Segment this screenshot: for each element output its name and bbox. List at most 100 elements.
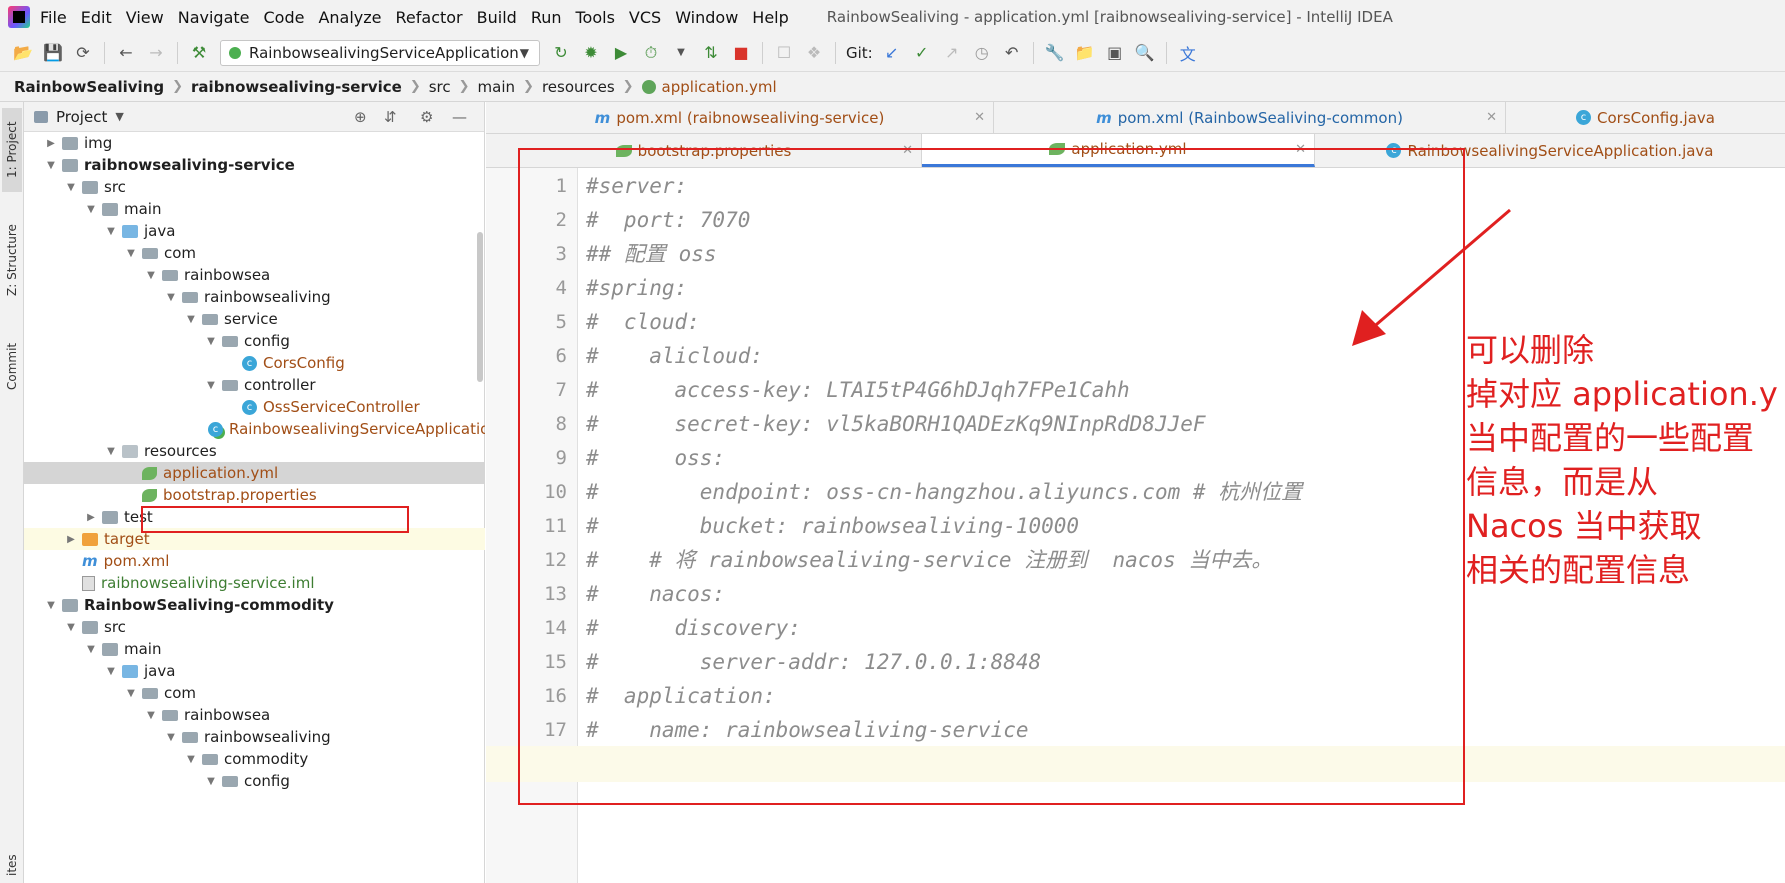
attach-debugger-icon[interactable]: ☐ — [769, 40, 799, 66]
collapse-all-icon[interactable]: ⇵ — [384, 108, 397, 126]
close-icon[interactable]: ✕ — [902, 143, 913, 158]
tree-item[interactable]: ▼ com — [24, 242, 485, 264]
tab-service-application[interactable]: c RainbowsealivingServiceApplication.jav… — [1315, 134, 1785, 167]
expanded-arrow-icon[interactable]: ▼ — [104, 446, 118, 457]
tree-item[interactable]: ▼ com — [24, 682, 485, 704]
code-line[interactable]: # nacos: — [586, 576, 725, 612]
code-line[interactable]: ## 配置 oss — [586, 236, 717, 272]
collapsed-arrow-icon[interactable]: ▶ — [44, 138, 58, 149]
tree-item[interactable]: c RainbowsealivingServiceApplication — [24, 418, 485, 440]
close-icon[interactable]: ✕ — [1486, 110, 1497, 125]
menu-refactor[interactable]: Refactor — [396, 8, 463, 27]
tree-item[interactable]: ▼ config — [24, 770, 485, 792]
expanded-arrow-icon[interactable]: ▼ — [164, 292, 178, 303]
chevron-down-icon[interactable]: ▼ — [115, 110, 123, 123]
structure-tool-tab[interactable]: Z: Structure — [2, 210, 22, 310]
expanded-arrow-icon[interactable]: ▼ — [144, 270, 158, 281]
synchronize-icon[interactable]: ⟳ — [68, 40, 98, 66]
code-line[interactable]: # port: 7070 — [586, 202, 750, 238]
tree-item[interactable]: ▼ rainbowsealiving — [24, 286, 485, 308]
menu-tools[interactable]: Tools — [576, 8, 615, 27]
project-tool-tab[interactable]: 1: Project — [2, 108, 22, 192]
expanded-arrow-icon[interactable]: ▼ — [84, 204, 98, 215]
tab-pom-service[interactable]: m pom.xml (raibnowsealiving-service) ✕ — [486, 102, 994, 133]
menu-file[interactable]: File — [40, 8, 67, 27]
tree-item[interactable]: ▼ rainbowsealiving — [24, 726, 485, 748]
code-line[interactable]: # access-key: LTAI5tP4G6hDJqh7FPe1Cahh — [586, 372, 1130, 408]
menu-view[interactable]: View — [126, 8, 164, 27]
update-running-app-icon[interactable]: ⇅ — [696, 40, 726, 66]
expanded-arrow-icon[interactable]: ▼ — [164, 732, 178, 743]
expanded-arrow-icon[interactable]: ▼ — [184, 754, 198, 765]
expanded-arrow-icon[interactable]: ▼ — [64, 182, 78, 193]
commit-tool-tab[interactable]: Commit — [2, 328, 22, 404]
tab-cors-config[interactable]: c CorsConfig.java — [1506, 102, 1785, 133]
breadcrumb-module[interactable]: raibnowsealiving-service — [191, 78, 402, 96]
expanded-arrow-icon[interactable]: ▼ — [204, 776, 218, 787]
terminal-window-icon[interactable]: ▣ — [1100, 40, 1130, 66]
expanded-arrow-icon[interactable]: ▼ — [204, 380, 218, 391]
tree-item[interactable]: ▶ test — [24, 506, 485, 528]
profile-icon[interactable]: ⏱ — [636, 40, 666, 66]
tree-item[interactable]: ▼ service — [24, 308, 485, 330]
tree-item[interactable]: ▼ main — [24, 638, 485, 660]
expanded-arrow-icon[interactable]: ▼ — [124, 248, 138, 259]
locate-target-icon[interactable]: ⊕ — [354, 108, 367, 126]
code-line[interactable]: #server: — [586, 168, 687, 204]
menu-code[interactable]: Code — [264, 8, 305, 27]
code-line[interactable]: # bucket: rainbowsealiving-10000 — [586, 508, 1079, 544]
menu-run[interactable]: Run — [531, 8, 562, 27]
expanded-arrow-icon[interactable]: ▼ — [84, 644, 98, 655]
collapsed-arrow-icon[interactable]: ▶ — [64, 534, 78, 545]
tree-item[interactable]: ▼ controller — [24, 374, 485, 396]
git-rollback-icon[interactable]: ↶ — [997, 40, 1027, 66]
forward-arrow-icon[interactable]: → — [141, 40, 171, 66]
tree-item[interactable]: ▼ config — [24, 330, 485, 352]
expanded-arrow-icon[interactable]: ▼ — [144, 710, 158, 721]
expanded-arrow-icon[interactable]: ▼ — [44, 160, 58, 171]
code-line[interactable]: # name: rainbowsealiving-service — [586, 712, 1029, 748]
open-folder-icon[interactable]: 📂 — [8, 40, 38, 66]
tree-item[interactable]: ▼ rainbowsea — [24, 264, 485, 286]
menu-vcs[interactable]: VCS — [629, 8, 661, 27]
expanded-arrow-icon[interactable]: ▼ — [104, 666, 118, 677]
menu-help[interactable]: Help — [752, 8, 788, 27]
project-panel-title[interactable]: Project — [56, 108, 107, 126]
search-icon[interactable]: 🔍 — [1130, 40, 1160, 66]
code-line[interactable]: # endpoint: oss-cn-hangzhou.aliyuncs.com… — [586, 474, 1302, 510]
tree-item[interactable]: ▼ rainbowsea — [24, 704, 485, 726]
expanded-arrow-icon[interactable]: ▼ — [204, 336, 218, 347]
git-history-clock-icon[interactable]: ◷ — [967, 40, 997, 66]
more-run-options-icon[interactable]: ▼ — [666, 40, 696, 66]
close-icon[interactable]: ✕ — [1295, 142, 1306, 157]
rerun-icon[interactable]: ↻ — [546, 40, 576, 66]
git-push-icon[interactable]: ↗ — [937, 40, 967, 66]
debug-bug-icon[interactable]: ✹ — [576, 40, 606, 66]
tree-item[interactable]: m pom.xml — [24, 550, 485, 572]
code-line[interactable]: # alicloud: — [586, 338, 763, 374]
breadcrumb-src[interactable]: src — [429, 78, 451, 96]
tree-item[interactable]: ▼ src — [24, 176, 485, 198]
tree-item[interactable]: c CorsConfig — [24, 352, 485, 374]
collapsed-arrow-icon[interactable]: ▶ — [84, 512, 98, 523]
expanded-arrow-icon[interactable]: ▼ — [44, 600, 58, 611]
code-line[interactable]: #spring: — [586, 270, 687, 306]
gear-icon[interactable]: ⚙ — [420, 108, 433, 126]
run-with-coverage-icon[interactable]: ▶ — [606, 40, 636, 66]
tree-item[interactable]: bootstrap.properties — [24, 484, 485, 506]
coverage-icon[interactable]: ❖ — [799, 40, 829, 66]
translate-icon[interactable]: 文 — [1173, 40, 1203, 66]
menu-analyze[interactable]: Analyze — [318, 8, 381, 27]
tree-item[interactable]: ▶ target — [24, 528, 485, 550]
menu-window[interactable]: Window — [675, 8, 738, 27]
close-icon[interactable]: ✕ — [974, 110, 985, 125]
menu-build[interactable]: Build — [477, 8, 517, 27]
tree-item[interactable]: ▼ raibnowsealiving-service — [24, 154, 485, 176]
tree-item[interactable]: application.yml — [24, 462, 485, 484]
code-line[interactable]: # oss: — [586, 440, 725, 476]
expanded-arrow-icon[interactable]: ▼ — [64, 622, 78, 633]
tree-item[interactable]: ▼ main — [24, 198, 485, 220]
tab-pom-common[interactable]: m pom.xml (RainbowSealiving-common) ✕ — [994, 102, 1506, 133]
code-line[interactable]: # cloud: — [586, 304, 700, 340]
breadcrumb-resources[interactable]: resources — [542, 78, 615, 96]
